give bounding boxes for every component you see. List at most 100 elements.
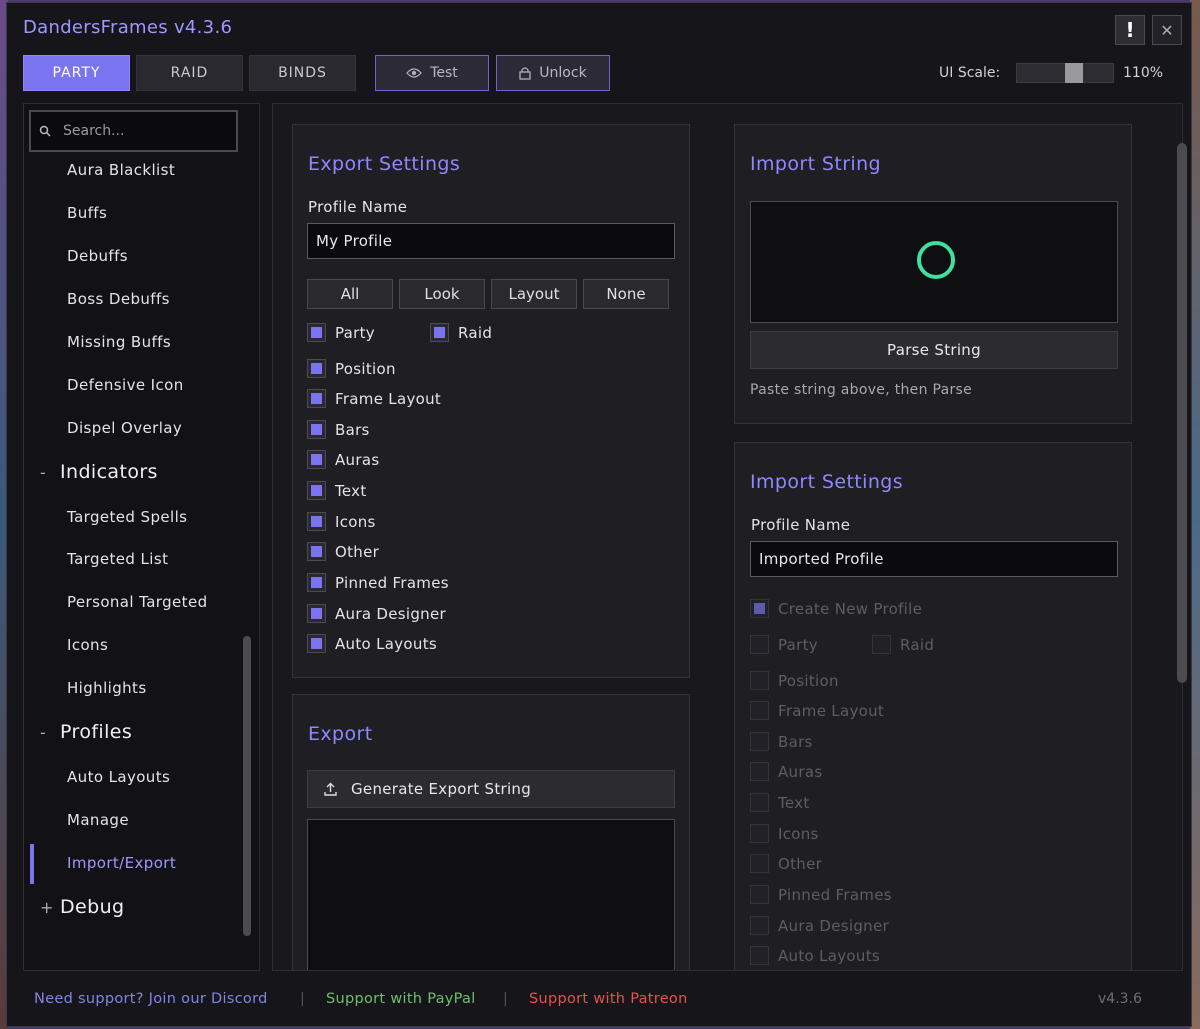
checkbox-label: Pinned Frames — [778, 885, 892, 904]
sidebar-scrollbar[interactable] — [243, 636, 251, 936]
export-profile-name-input[interactable] — [307, 223, 675, 259]
unlock-button[interactable]: Unlock — [496, 55, 610, 91]
collapse-icon: - — [40, 463, 47, 482]
eye-icon — [406, 68, 423, 78]
expand-icon: + — [40, 898, 54, 917]
export-option-checkbox[interactable]: Pinned Frames — [307, 573, 449, 592]
checkbox-box — [750, 946, 769, 965]
ui-scale-value: 110% — [1123, 65, 1164, 81]
checkbox-label: Party — [778, 635, 818, 654]
checkbox-box — [307, 450, 326, 469]
export-option-checkbox[interactable]: Other — [307, 542, 379, 561]
checkbox-box — [307, 389, 326, 408]
import-option-checkbox[interactable]: Frame Layout — [750, 701, 884, 720]
sidebar-item-defensive-icon[interactable]: Defensive Icon — [67, 376, 184, 394]
export-option-checkbox[interactable]: Text — [307, 481, 367, 500]
select-layout-button[interactable]: Layout — [491, 279, 577, 309]
checkbox-label: Icons — [778, 824, 819, 843]
import-hint: Paste string above, then Parse — [750, 382, 973, 398]
export-option-checkbox[interactable]: Auto Layouts — [307, 634, 437, 653]
sidebar-item-import-export[interactable]: Import/Export — [67, 854, 176, 872]
export-option-checkbox[interactable]: Auras — [307, 450, 379, 469]
search-box[interactable] — [29, 110, 238, 152]
paypal-link[interactable]: Support with PayPal — [326, 991, 476, 1007]
checkbox-label: Frame Layout — [335, 389, 442, 408]
close-button[interactable]: ✕ — [1152, 15, 1182, 45]
alert-button[interactable]: ! — [1115, 15, 1145, 45]
sidebar-item-debuffs[interactable]: Debuffs — [67, 247, 128, 265]
export-settings-panel: Export Settings Profile Name All Look La… — [292, 124, 690, 678]
export-raid-checkbox[interactable]: Raid — [430, 323, 492, 342]
sidebar-item-icons[interactable]: Icons — [67, 636, 108, 654]
checkbox-label: Position — [778, 671, 839, 690]
export-option-checkbox[interactable]: Position — [307, 359, 396, 378]
export-string-textarea[interactable] — [307, 819, 675, 970]
sidebar-item-highlights[interactable]: Highlights — [67, 679, 147, 697]
patreon-link[interactable]: Support with Patreon — [529, 991, 688, 1007]
export-option-checkbox[interactable]: Aura Designer — [307, 604, 446, 623]
sidebar-item-manage[interactable]: Manage — [67, 811, 129, 829]
checkbox-label: Text — [335, 481, 367, 500]
import-profile-name-input[interactable] — [750, 541, 1118, 577]
import-option-checkbox[interactable]: Position — [750, 671, 839, 690]
generate-export-label: Generate Export String — [351, 780, 532, 798]
import-option-checkbox[interactable]: Other — [750, 854, 822, 873]
discord-link[interactable]: Need support? Join our Discord — [34, 991, 268, 1007]
parse-string-button[interactable]: Parse String — [750, 331, 1118, 369]
import-option-checkbox[interactable]: Text — [750, 793, 810, 812]
sidebar-item-targeted-spells[interactable]: Targeted Spells — [67, 508, 187, 526]
tab-party[interactable]: PARTY — [23, 55, 130, 91]
select-look-button[interactable]: Look — [399, 279, 485, 309]
import-string-textarea[interactable] — [750, 201, 1118, 323]
select-none-button[interactable]: None — [583, 279, 669, 309]
import-option-checkbox[interactable]: Bars — [750, 732, 813, 751]
unlock-label: Unlock — [539, 65, 587, 81]
sidebar-item-targeted-list[interactable]: Targeted List — [67, 550, 168, 568]
import-profile-name-label: Profile Name — [751, 516, 851, 534]
export-option-checkbox[interactable]: Icons — [307, 512, 376, 531]
tab-binds[interactable]: BINDS — [249, 55, 356, 91]
tab-raid[interactable]: RAID — [136, 55, 243, 91]
checkbox-label: Raid — [900, 635, 935, 654]
checkbox-box — [750, 824, 769, 843]
sidebar-item-buffs[interactable]: Buffs — [67, 204, 107, 222]
import-option-checkbox[interactable]: Aura Designer — [750, 916, 889, 935]
import-raid-checkbox[interactable]: Raid — [872, 635, 934, 654]
upload-icon — [324, 782, 337, 796]
sidebar-group-debug[interactable]: + Debug — [40, 896, 124, 918]
export-party-checkbox[interactable]: Party — [307, 323, 375, 342]
checkbox-box — [307, 481, 326, 500]
checkbox-box — [307, 359, 326, 378]
checkbox-box — [307, 573, 326, 592]
sidebar-item-aura-blacklist[interactable]: Aura Blacklist — [67, 161, 175, 179]
export-option-checkbox[interactable]: Bars — [307, 420, 370, 439]
sidebar-item-auto-layouts[interactable]: Auto Layouts — [67, 768, 170, 786]
import-option-checkbox[interactable]: Auras — [750, 762, 822, 781]
ui-scale-label: UI Scale: — [939, 65, 1001, 81]
checkbox-box — [750, 671, 769, 690]
window-title: DandersFrames v4.3.6 — [23, 17, 233, 38]
checkbox-box — [750, 885, 769, 904]
sidebar-group-profiles[interactable]: - Profiles — [40, 721, 132, 743]
ui-scale-slider-handle[interactable] — [1065, 63, 1083, 83]
generate-export-button[interactable]: Generate Export String — [307, 770, 675, 808]
checkbox-label: Auto Layouts — [778, 946, 881, 965]
sidebar-item-personal-targeted[interactable]: Personal Targeted — [67, 593, 208, 611]
import-party-checkbox[interactable]: Party — [750, 635, 818, 654]
export-option-checkbox[interactable]: Frame Layout — [307, 389, 441, 408]
sidebar-item-missing-buffs[interactable]: Missing Buffs — [67, 333, 171, 351]
sidebar-item-boss-debuffs[interactable]: Boss Debuffs — [67, 290, 170, 308]
sidebar-item-dispel-overlay[interactable]: Dispel Overlay — [67, 419, 182, 437]
sidebar-group-indicators[interactable]: - Indicators — [40, 461, 158, 483]
checkbox-label: Position — [335, 359, 396, 378]
checkbox-box — [750, 732, 769, 751]
content-area: Export Settings Profile Name All Look La… — [272, 103, 1183, 971]
test-button[interactable]: Test — [375, 55, 489, 91]
import-option-checkbox[interactable]: Pinned Frames — [750, 885, 892, 904]
import-option-checkbox[interactable]: Icons — [750, 824, 819, 843]
select-all-button[interactable]: All — [307, 279, 393, 309]
import-option-checkbox[interactable]: Auto Layouts — [750, 946, 880, 965]
create-new-profile-checkbox[interactable]: Create New Profile — [750, 599, 922, 618]
content-scrollbar[interactable] — [1177, 143, 1187, 683]
search-input[interactable] — [63, 123, 213, 139]
